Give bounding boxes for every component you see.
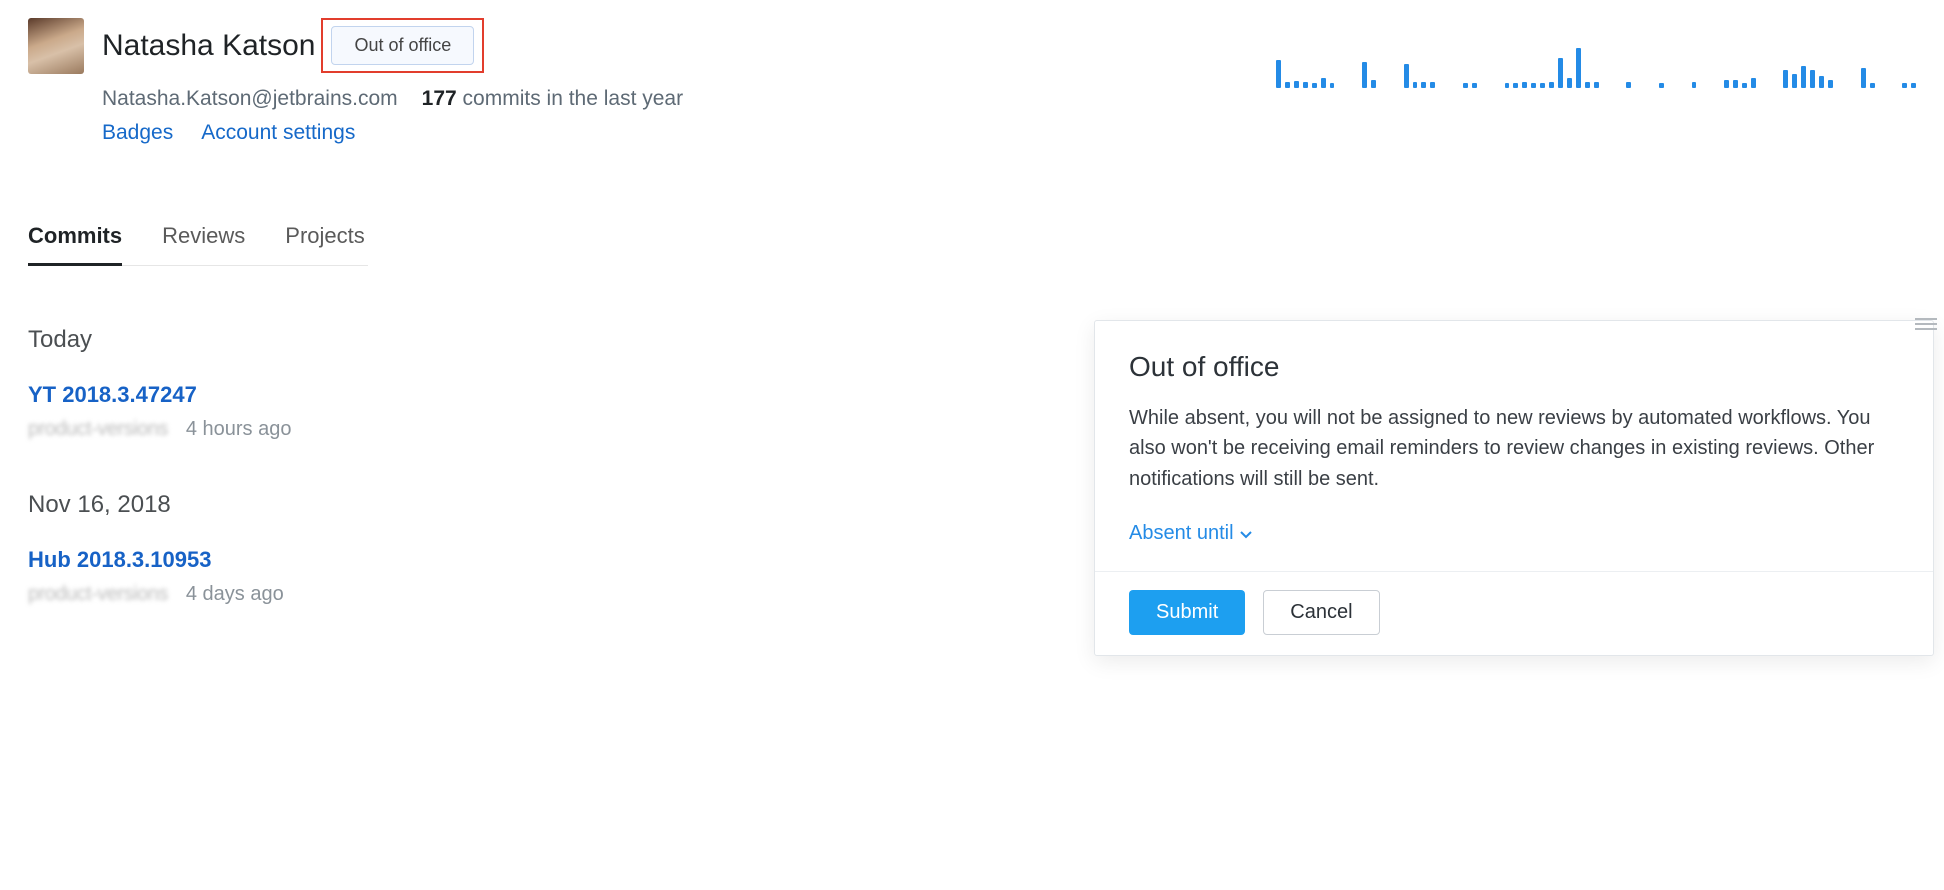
activity-bar [1810, 70, 1815, 88]
activity-sparkline [1276, 32, 1916, 88]
activity-bar [1531, 83, 1536, 88]
activity-bar [1513, 83, 1518, 88]
tab-reviews[interactable]: Reviews [162, 223, 245, 265]
drag-handle-icon[interactable] [1915, 318, 1937, 332]
tab-projects[interactable]: Projects [285, 223, 364, 265]
cancel-button[interactable]: Cancel [1263, 590, 1379, 635]
activity-bar [1659, 83, 1664, 88]
name-line: Natasha Katson Out of office [102, 18, 683, 73]
user-avatar [28, 18, 84, 74]
user-name: Natasha Katson [102, 29, 315, 63]
activity-bar [1692, 82, 1697, 88]
activity-bar [1421, 82, 1426, 88]
activity-bar [1751, 78, 1756, 88]
absent-until-dropdown[interactable]: Absent until [1129, 522, 1252, 545]
activity-bar [1371, 80, 1376, 88]
activity-bar [1312, 83, 1317, 88]
activity-bar [1870, 83, 1875, 88]
activity-bar [1792, 74, 1797, 88]
out-of-office-button[interactable]: Out of office [331, 26, 474, 65]
account-settings-link[interactable]: Account settings [201, 121, 355, 145]
badges-link[interactable]: Badges [102, 121, 173, 145]
activity-bar [1819, 76, 1824, 88]
activity-bar [1540, 83, 1545, 88]
activity-bar [1576, 48, 1581, 88]
tab-commits[interactable]: Commits [28, 223, 122, 266]
absent-until-label: Absent until [1129, 522, 1234, 545]
activity-bar [1505, 83, 1510, 88]
activity-bar [1404, 64, 1409, 88]
activity-bar [1594, 82, 1599, 88]
activity-bar [1285, 82, 1290, 88]
commit-summary: 177 commits in the last year [422, 87, 683, 111]
activity-bar [1463, 83, 1468, 88]
commit-time: 4 days ago [186, 583, 284, 606]
dialog-title: Out of office [1129, 351, 1899, 383]
activity-bar [1522, 82, 1527, 88]
dialog-body: Out of office While absent, you will not… [1095, 321, 1933, 571]
activity-bar [1733, 80, 1738, 88]
user-email: Natasha.Katson@jetbrains.com [102, 87, 398, 111]
commit-repo-blurred: product-versions [28, 418, 168, 441]
chevron-down-icon [1240, 522, 1252, 545]
commit-count-suffix: commits in the last year [457, 87, 683, 110]
activity-bar [1861, 68, 1866, 88]
activity-bar [1430, 82, 1435, 88]
dialog-description: While absent, you will not be assigned t… [1129, 403, 1899, 494]
submit-button[interactable]: Submit [1129, 590, 1245, 635]
dialog-footer: Submit Cancel [1095, 571, 1933, 655]
activity-bar [1558, 58, 1563, 88]
profile-links: Badges Account settings [102, 121, 683, 145]
activity-bar [1911, 83, 1916, 88]
activity-bar [1783, 70, 1788, 88]
activity-bar [1742, 83, 1747, 88]
activity-bar [1362, 62, 1367, 88]
activity-bar [1902, 83, 1907, 88]
activity-bar [1724, 80, 1729, 88]
out-of-office-dialog: Out of office While absent, you will not… [1094, 320, 1934, 656]
tabs: Commits Reviews Projects [28, 223, 368, 266]
activity-bar [1472, 83, 1477, 88]
profile-subline: Natasha.Katson@jetbrains.com 177 commits… [102, 87, 683, 111]
commit-link[interactable]: Hub 2018.3.10953 [28, 547, 211, 573]
activity-bar [1549, 82, 1554, 88]
activity-bar [1303, 82, 1308, 88]
commit-count: 177 [422, 87, 457, 110]
commit-repo-blurred: product-versions [28, 583, 168, 606]
activity-bar [1801, 66, 1806, 88]
name-block: Natasha Katson Out of office Natasha.Kat… [102, 18, 683, 145]
highlight-annotation: Out of office [321, 18, 484, 73]
commit-link[interactable]: YT 2018.3.47247 [28, 382, 197, 408]
activity-bar [1585, 82, 1590, 88]
activity-bar [1626, 82, 1631, 88]
activity-bar [1828, 80, 1833, 88]
activity-bar [1321, 78, 1326, 88]
activity-bar [1330, 83, 1335, 88]
activity-bar [1294, 81, 1299, 88]
activity-bar [1567, 78, 1572, 88]
commit-time: 4 hours ago [186, 418, 292, 441]
activity-bar [1276, 60, 1281, 88]
activity-bar [1413, 82, 1418, 88]
